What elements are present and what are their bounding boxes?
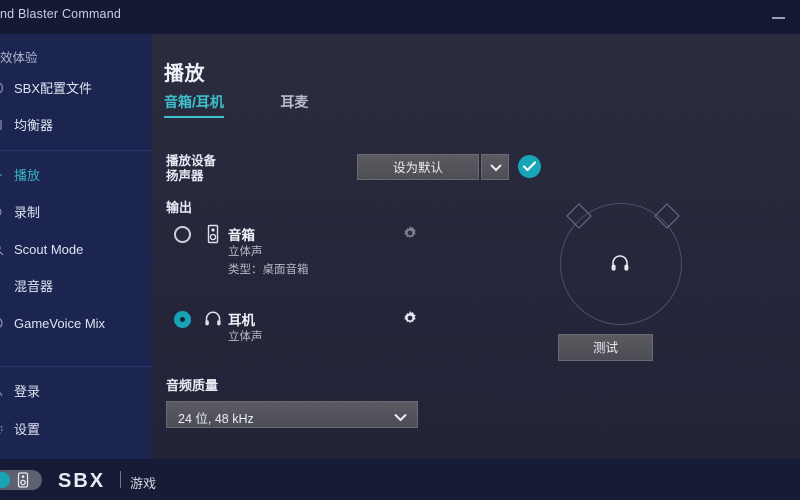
sidebar-item-sbx-profile[interactable]: SBX配置文件 xyxy=(0,70,152,107)
main-content: 播放 音箱/耳机 耳麦 播放设备 扬声器 设为默认 输出 音箱 立体声 类型：桌… xyxy=(152,34,800,459)
sidebar-divider xyxy=(0,150,152,151)
output-option-type: 类型：桌面音箱 xyxy=(228,264,309,276)
sidebar-item-label: 设置 xyxy=(14,422,41,437)
page-title: 播放 xyxy=(164,63,205,85)
sidebar-item-login[interactable]: 登录 xyxy=(0,373,152,411)
sidebar-item-playback[interactable]: 播放 xyxy=(0,157,152,194)
sidebar-item-record[interactable]: 录制 xyxy=(0,194,152,231)
login-icon xyxy=(0,384,4,398)
scout-mode-icon xyxy=(0,242,4,256)
sidebar-item-label: Scout Mode xyxy=(14,242,84,257)
sidebar-bottom-nav: 登录 设置 xyxy=(0,360,152,449)
app-window: nd Blaster Command 效体验 SBX配置文件 均衡器 播放 录制… xyxy=(0,0,800,500)
gear-icon[interactable] xyxy=(401,224,419,242)
toggle-knob xyxy=(0,472,10,488)
sbx-profile-icon xyxy=(0,81,4,95)
window-title: nd Blaster Command xyxy=(0,7,122,21)
sidebar-item-settings[interactable]: 设置 xyxy=(0,411,152,449)
output-option-sub: 立体声 xyxy=(228,246,263,258)
sidebar-item-label: GameVoice Mix xyxy=(14,316,106,331)
audio-quality-select[interactable]: 24 位, 48 kHz xyxy=(166,401,418,428)
sidebar-item-scout-mode[interactable]: Scout Mode xyxy=(0,231,152,268)
sidebar-item-label: 混音器 xyxy=(14,279,54,294)
headphone-icon xyxy=(608,251,632,275)
tab-headset[interactable]: 耳麦 xyxy=(280,92,308,118)
sidebar-item-label: 录制 xyxy=(14,205,41,220)
bottom-bar: SBX 游戏 xyxy=(0,459,800,500)
power-toggle-icon[interactable] xyxy=(0,470,42,490)
record-icon xyxy=(0,205,4,219)
test-button[interactable]: 测试 xyxy=(558,334,653,361)
gamevoice-mix-icon xyxy=(0,316,4,330)
playback-device-title: 播放设备 xyxy=(166,154,217,168)
tab-speakers-headphones[interactable]: 音箱/耳机 xyxy=(164,92,224,118)
playback-device-label: 播放设备 扬声器 xyxy=(166,154,216,184)
set-default-button[interactable]: 设为默认 xyxy=(357,154,479,180)
audio-quality-value: 24 位, 48 kHz xyxy=(178,412,254,426)
sidebar-item-label: 均衡器 xyxy=(14,118,54,133)
headphone-icon xyxy=(203,309,223,329)
speaker-badge-icon xyxy=(16,472,30,488)
sidebar-item-label: SBX配置文件 xyxy=(14,81,93,96)
sidebar-item-label: 播放 xyxy=(14,168,41,183)
title-bar: nd Blaster Command xyxy=(0,0,800,34)
speaker-layout-diagram: 测试 xyxy=(515,169,745,361)
audio-quality-heading: 音频质量 xyxy=(166,378,219,393)
sidebar: 效体验 SBX配置文件 均衡器 播放 录制 Scout Mode 混音器 Gam… xyxy=(0,34,153,459)
sidebar-item-gamevoice-mix[interactable]: GameVoice Mix xyxy=(0,305,152,342)
sidebar-nav: SBX配置文件 均衡器 播放 录制 Scout Mode 混音器 GameVoi… xyxy=(0,70,152,342)
chevron-down-icon xyxy=(393,410,408,428)
set-default-dropdown-button[interactable] xyxy=(481,154,509,180)
sidebar-divider-bottom xyxy=(0,366,152,367)
playback-icon xyxy=(0,168,4,182)
output-heading: 输出 xyxy=(166,200,193,215)
sidebar-item-equalizer[interactable]: 均衡器 xyxy=(0,107,152,144)
equalizer-icon xyxy=(0,118,4,132)
gear-icon[interactable] xyxy=(401,309,419,327)
output-option-name: 耳机 xyxy=(228,313,255,328)
mixer-icon xyxy=(0,279,4,293)
logo-separator xyxy=(120,471,121,488)
output-option-name: 音箱 xyxy=(228,228,255,243)
sbx-logo: SBX xyxy=(58,470,106,492)
speaker-icon xyxy=(203,224,223,244)
settings-icon xyxy=(0,422,4,436)
tab-bar: 音箱/耳机 耳麦 xyxy=(164,92,360,118)
sidebar-section-label: 效体验 xyxy=(0,51,38,65)
sbx-mode-label: 游戏 xyxy=(130,476,157,491)
radio-speakers[interactable] xyxy=(174,226,191,243)
playback-device-name: 扬声器 xyxy=(166,169,204,183)
sidebar-item-mixer[interactable]: 混音器 xyxy=(0,268,152,305)
radio-headphones[interactable] xyxy=(174,311,191,328)
sidebar-item-label: 登录 xyxy=(14,384,41,399)
output-option-sub: 立体声 xyxy=(228,331,263,343)
minimize-button[interactable] xyxy=(768,8,790,26)
